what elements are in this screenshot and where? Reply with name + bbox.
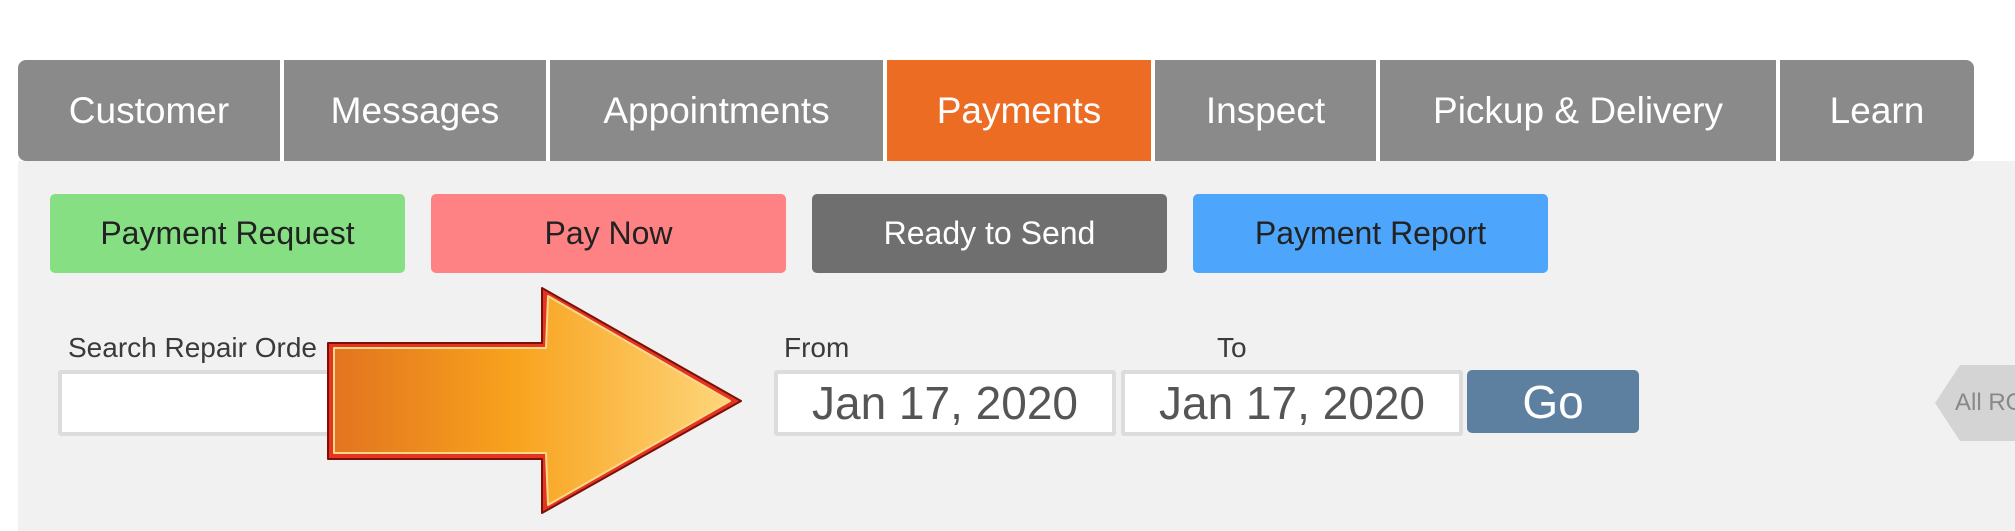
tab-messages[interactable]: Messages	[284, 60, 546, 161]
tab-payments[interactable]: Payments	[887, 60, 1151, 161]
ready-to-send-button[interactable]: Ready to Send	[812, 194, 1167, 273]
tab-inspect-label: Inspect	[1205, 89, 1326, 131]
from-date-input[interactable]	[774, 370, 1116, 436]
payment-report-button[interactable]: Payment Report	[1193, 194, 1548, 273]
tab-pickup-delivery-label: Pickup & Delivery	[1433, 89, 1723, 131]
tab-inspect[interactable]: Inspect	[1155, 60, 1376, 161]
to-date-input[interactable]	[1121, 370, 1463, 436]
annotation-arrow-icon	[327, 287, 742, 514]
tab-appointments[interactable]: Appointments	[550, 60, 883, 161]
tab-customer-label: Customer	[68, 89, 230, 131]
go-button[interactable]: Go	[1467, 370, 1639, 433]
tab-customer[interactable]: Customer	[18, 60, 280, 161]
search-repair-order-label: Search Repair Orde	[68, 332, 318, 363]
tab-learn-label: Learn	[1829, 89, 1925, 131]
to-date-label: To	[1217, 332, 1247, 363]
payment-request-button[interactable]: Payment Request	[50, 194, 405, 273]
tab-messages-label: Messages	[330, 89, 500, 131]
tab-appointments-label: Appointments	[603, 89, 830, 131]
all-ro-label: All RO	[1955, 389, 2015, 416]
tab-payments-label: Payments	[936, 89, 1102, 131]
tab-learn[interactable]: Learn	[1780, 60, 1974, 161]
tab-pickup-delivery[interactable]: Pickup & Delivery	[1380, 60, 1776, 161]
main-nav-tabs: Customer Messages Appointments Payments …	[18, 60, 1978, 161]
pay-now-button[interactable]: Pay Now	[431, 194, 786, 273]
search-repair-order-input[interactable]	[58, 370, 358, 436]
from-date-label: From	[784, 332, 850, 363]
payments-screen: Customer Messages Appointments Payments …	[0, 0, 2015, 531]
